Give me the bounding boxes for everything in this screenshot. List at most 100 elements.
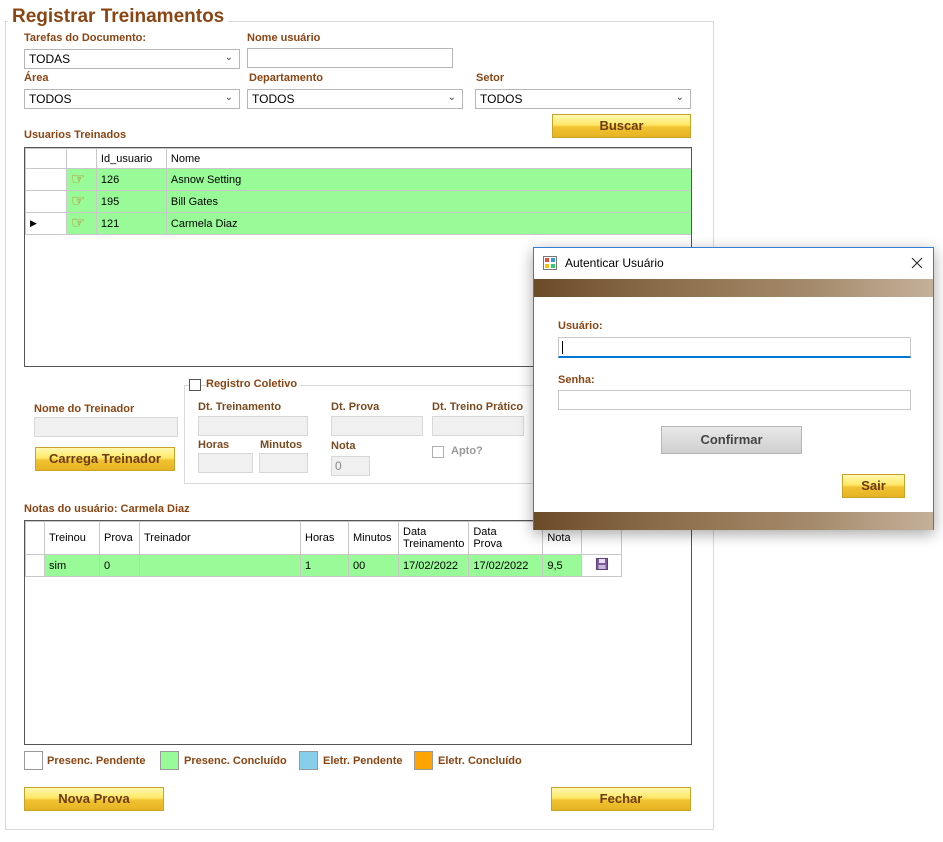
chevron-down-icon: ⌄ [447,92,456,103]
carrega-treinador-button[interactable]: Carrega Treinador [35,447,175,471]
table-row[interactable]: sim 0 1 00 17/02/2022 17/02/2022 9,5 [25,554,623,577]
table-row[interactable]: ▶ ☞ 121 Carmela Diaz [25,212,691,235]
fechar-button[interactable]: Fechar [551,787,691,811]
dialog-titlebar[interactable]: Autenticar Usuário [534,248,933,279]
column-header-treinou[interactable]: Treinou [44,521,100,555]
nova-prova-button[interactable]: Nova Prova [24,787,164,811]
header-line: Treinamento [403,538,465,550]
apto-checkbox[interactable] [432,446,444,458]
departamento-combobox[interactable]: TODOS ⌄ [247,89,463,109]
buscar-button[interactable]: Buscar [552,114,691,138]
column-header-nome[interactable]: Nome [165,148,691,169]
floppy-disk-icon[interactable] [595,558,608,570]
column-header-treinador[interactable]: Treinador [139,521,301,555]
dialog-title: Autenticar Usuário [565,256,664,270]
row-header[interactable] [25,190,67,213]
row-header-corner [25,148,67,169]
notas-grid-label: Notas do usuário: Carmela Diaz [24,503,190,515]
legend-label-eletr-concluido: Eletr. Concluído [438,755,522,767]
page-title: Registrar Treinamentos [8,6,229,28]
dt-prova-label: Dt. Prova [331,401,380,413]
table-row[interactable]: ☞ 195 Bill Gates [25,190,691,213]
legend-swatch-eletr-pendente [299,751,318,770]
cell-id[interactable]: 195 [95,190,167,213]
horas-label: Horas [198,439,230,451]
header-line: Data [403,526,427,538]
text-cursor [562,341,563,354]
setor-combobox[interactable]: TODOS ⌄ [475,89,691,109]
nota-input[interactable]: 0 [331,456,370,476]
cell-id[interactable]: 121 [95,212,167,235]
legend-label-presenc-concluido: Presenc. Concluído [184,755,287,767]
nome-usuario-label: Nome usuário [247,32,321,44]
nome-usuario-input[interactable] [247,48,453,68]
cell-minutos[interactable]: 00 [348,554,399,577]
row-header-corner [25,521,45,555]
sair-button[interactable]: Sair [842,474,905,498]
autenticar-usuario-dialog: Autenticar Usuário Usuário: Senha: Confi… [533,247,934,530]
area-label: Área [24,72,49,84]
registro-coletivo-label: Registro Coletivo [206,378,301,390]
cell-data-prova[interactable]: 17/02/2022 [468,554,544,577]
cell-nome[interactable]: Asnow Setting [165,168,691,191]
pointing-hand-icon: ☞ [65,212,97,235]
column-header-minutos[interactable]: Minutos [348,521,399,555]
header-line: Data [473,526,497,538]
save-cell[interactable] [581,554,623,577]
column-header-prova[interactable]: Prova [99,521,140,555]
column-header-id[interactable]: Id_usuario [95,148,167,169]
column-header-data-prova[interactable]: Data Prova [468,521,544,555]
cell-nome[interactable]: Bill Gates [165,190,691,213]
apto-label: Apto? [451,445,483,457]
column-header-horas[interactable]: Horas [300,521,349,555]
cell-treinou[interactable]: sim [44,554,100,577]
dt-treino-pratico-input[interactable] [432,416,524,436]
close-icon[interactable] [911,257,923,269]
usuario-label: Usuário: [558,320,603,332]
registro-coletivo-checkbox[interactable] [189,379,201,391]
tarefas-label: Tarefas do Documento: [24,32,147,44]
horas-input[interactable] [198,453,253,473]
cell-nome[interactable]: Carmela Diaz [165,212,691,235]
dt-treinamento-input[interactable] [198,416,308,436]
cell-data-treinamento[interactable]: 17/02/2022 [397,554,470,577]
legend-label-presenc-pendente: Presenc. Pendente [47,755,146,767]
dt-prova-input[interactable] [331,416,423,436]
cell-treinador[interactable] [139,554,301,577]
row-header[interactable] [25,168,67,191]
cell-horas[interactable]: 1 [300,554,349,577]
treinador-input[interactable] [34,417,178,437]
app-window-icon [543,256,557,270]
current-row-marker-icon[interactable]: ▶ [25,212,67,235]
pointing-hand-icon: ☞ [65,190,97,213]
legend-swatch-presenc-concluido [160,751,179,770]
dt-treino-pratico-label: Dt. Treino Prático [432,401,524,413]
chevron-down-icon: ⌄ [224,92,233,103]
chevron-down-icon: ⌄ [224,52,233,63]
cell-id[interactable]: 126 [95,168,167,191]
senha-label: Senha: [558,374,595,386]
hand-column-header [65,148,97,169]
legend-swatch-eletr-concluido [414,751,433,770]
table-row[interactable]: ☞ 126 Asnow Setting [25,168,691,191]
usuarios-grid-label: Usuarios Treinados [24,129,127,141]
confirmar-button[interactable]: Confirmar [661,426,802,454]
area-combobox[interactable]: TODOS ⌄ [24,89,240,109]
usuarios-grid-header: Id_usuario Nome [25,148,691,169]
senha-input[interactable] [558,390,911,410]
minutos-input[interactable] [259,453,308,473]
usuario-input[interactable] [558,337,911,358]
cell-prova[interactable]: 0 [99,554,140,577]
setor-label: Setor [476,72,505,84]
pointing-hand-icon: ☞ [65,168,97,191]
header-line: Prova [473,538,503,550]
cell-nota[interactable]: 9,5 [542,554,583,577]
tarefas-combobox[interactable]: TODAS ⌄ [24,49,240,69]
minutos-label: Minutos [260,439,303,451]
departamento-label: Departamento [249,72,323,84]
column-header-data-treinamento[interactable]: Data Treinamento [397,521,470,555]
row-header[interactable] [25,554,45,577]
dialog-footer-band [534,512,933,530]
notas-grid[interactable]: Treinou Prova Treinador Horas Minutos Da… [24,520,692,745]
nota-label: Nota [331,440,356,452]
